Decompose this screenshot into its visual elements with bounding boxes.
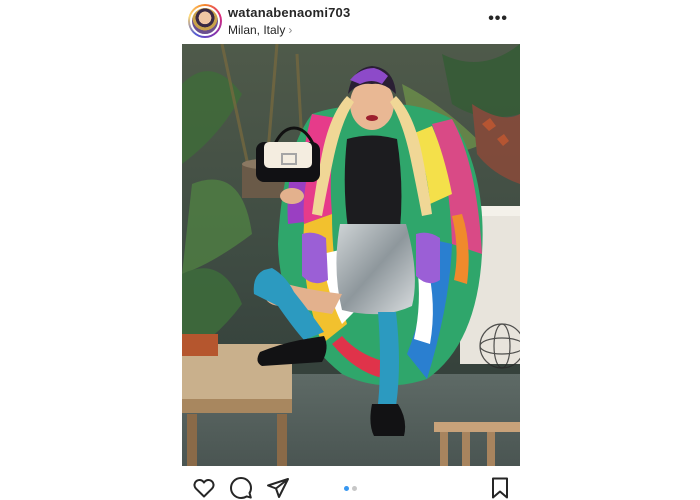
post-photo[interactable]	[182, 44, 520, 466]
avatar[interactable]	[188, 4, 222, 38]
comment-button[interactable]	[229, 476, 253, 500]
bookmark-icon	[492, 477, 508, 499]
avatar-image	[190, 6, 220, 36]
photo-illustration	[182, 44, 520, 466]
like-button[interactable]	[192, 476, 216, 500]
location-link[interactable]: Milan, Italy ›	[228, 23, 292, 37]
username-link[interactable]: watanabenaomi703	[228, 5, 350, 20]
save-button[interactable]	[488, 476, 512, 500]
location-label: Milan, Italy	[228, 23, 286, 37]
heart-icon	[193, 478, 215, 498]
post-header: watanabenaomi703 Milan, Italy › •••	[182, 2, 520, 42]
action-bar	[182, 472, 520, 500]
carousel-indicator	[342, 486, 362, 492]
instagram-post: watanabenaomi703 Milan, Italy › •••	[0, 0, 700, 500]
carousel-dot-inactive	[352, 486, 357, 491]
carousel-dot-active	[344, 486, 349, 491]
share-button[interactable]	[266, 476, 290, 500]
share-icon	[267, 478, 289, 498]
comment-icon	[230, 477, 252, 499]
more-options-button[interactable]: •••	[488, 10, 508, 28]
chevron-right-icon: ›	[288, 23, 293, 37]
